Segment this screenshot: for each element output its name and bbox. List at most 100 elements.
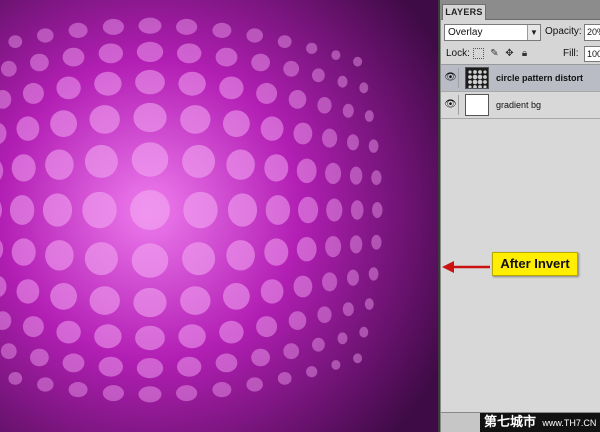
pattern-dot xyxy=(45,240,74,271)
pattern-dot xyxy=(89,286,120,315)
pattern-dot xyxy=(136,41,164,63)
pattern-dot xyxy=(82,191,117,229)
eye-icon[interactable]: 👁︎ xyxy=(443,95,459,115)
pattern-dot xyxy=(368,267,379,281)
pattern-dot xyxy=(62,47,85,67)
pattern-dot xyxy=(349,166,363,185)
pattern-dot xyxy=(223,110,250,137)
pattern-dot xyxy=(283,60,300,77)
pattern-dot xyxy=(277,372,292,385)
pattern-dot xyxy=(183,191,218,229)
pattern-dot xyxy=(102,385,124,402)
panel-tab-bar: LAYERS xyxy=(441,0,600,20)
pattern-dot xyxy=(256,316,278,338)
pattern-dot xyxy=(133,102,167,133)
pattern-dot xyxy=(256,82,278,104)
pattern-dot xyxy=(293,275,313,298)
pattern-dot xyxy=(337,75,348,88)
pattern-dot xyxy=(138,386,162,403)
pattern-dot xyxy=(296,158,317,183)
watermark-text: 第七城市 xyxy=(484,415,537,430)
pattern-dot xyxy=(317,306,332,324)
pattern-dot xyxy=(260,279,284,304)
lock-icon[interactable]: 🔒︎ xyxy=(519,48,530,59)
layer-thumbnail xyxy=(465,67,489,89)
lock-transparency-icon[interactable] xyxy=(473,48,484,59)
pattern-dot xyxy=(102,18,124,35)
pattern-dot xyxy=(50,110,77,137)
pattern-dot xyxy=(246,377,263,392)
pattern-dot xyxy=(359,82,369,94)
pattern-dot xyxy=(131,142,169,177)
blend-mode-select[interactable]: Overlay ▼ xyxy=(444,24,541,41)
pattern-dot xyxy=(364,110,374,122)
watermark-site: www.TH7.CN xyxy=(542,418,597,428)
pattern-dot xyxy=(260,116,284,141)
pattern-dot xyxy=(212,22,232,38)
lock-brush-icon[interactable]: ✎ xyxy=(489,48,500,59)
pattern-dot xyxy=(306,42,318,54)
document-canvas[interactable] xyxy=(0,0,438,432)
tab-layers[interactable]: LAYERS xyxy=(442,4,486,20)
pattern-dot xyxy=(227,193,258,227)
pattern-dot xyxy=(8,372,23,385)
pattern-dot xyxy=(353,56,363,67)
pattern-dot xyxy=(212,382,232,398)
pattern-dot xyxy=(176,18,198,35)
pattern-dot xyxy=(84,144,118,178)
pattern-dot xyxy=(325,236,342,258)
pattern-dot xyxy=(8,35,23,48)
lock-move-icon[interactable]: ✥ xyxy=(504,48,515,59)
pattern-dot xyxy=(368,139,379,153)
red-arrow-icon xyxy=(442,261,490,273)
pattern-dot xyxy=(219,320,244,344)
fill-field[interactable]: 100% xyxy=(584,46,600,62)
eye-icon[interactable]: 👁︎ xyxy=(443,68,459,88)
pattern-dot xyxy=(371,234,382,250)
pattern-dot xyxy=(288,90,307,109)
pattern-dot xyxy=(288,311,307,330)
layer-row-gradient-bg[interactable]: 👁︎ gradient bg xyxy=(441,92,600,119)
pattern-dot xyxy=(364,298,374,310)
pattern-dot xyxy=(98,356,124,377)
pattern-dot xyxy=(177,43,202,64)
fill-label: Fill: xyxy=(563,48,579,59)
pattern-dot xyxy=(68,22,88,38)
pattern-dot xyxy=(135,69,165,95)
pattern-dot xyxy=(182,144,216,178)
pattern-dot xyxy=(62,353,85,373)
pattern-dot xyxy=(265,195,291,225)
layers-panel: LAYERS Overlay ▼ Opacity: 20% Lock: ✎ ✥ … xyxy=(440,0,600,432)
pattern-dot xyxy=(350,200,364,220)
pattern-dot xyxy=(130,190,170,230)
pattern-dot xyxy=(296,237,317,262)
pattern-dot xyxy=(246,28,263,43)
pattern-dot xyxy=(16,279,40,304)
pattern-dot xyxy=(0,60,17,77)
chevron-down-icon[interactable]: ▼ xyxy=(527,25,540,40)
pattern-dot xyxy=(94,71,122,96)
pattern-dot xyxy=(226,149,255,180)
pattern-dot xyxy=(347,134,359,151)
pattern-dot xyxy=(30,53,49,72)
pattern-dot xyxy=(56,76,81,100)
pattern-dot xyxy=(349,235,363,254)
pattern-dot xyxy=(176,385,198,402)
pattern-dot xyxy=(264,154,289,182)
pattern-dot xyxy=(372,202,383,218)
lock-row: Lock: ✎ ✥ 🔒︎ Fill: 100% xyxy=(441,46,600,62)
layer-row-circle-pattern[interactable]: 👁︎ circle pattern distort xyxy=(441,65,600,92)
pattern-dot xyxy=(45,149,74,180)
opacity-field[interactable]: 20% xyxy=(584,24,600,41)
pattern-dot xyxy=(22,82,44,104)
layer-thumbnail xyxy=(465,94,489,116)
pattern-dot xyxy=(182,242,216,276)
pattern-dot xyxy=(37,377,54,392)
pattern-dot xyxy=(30,348,49,367)
circle-pattern-thumbnail xyxy=(466,68,488,88)
pattern-dot xyxy=(37,28,54,43)
blend-row: Overlay ▼ Opacity: 20% xyxy=(441,24,600,42)
pattern-dot xyxy=(251,348,270,367)
pattern-dot xyxy=(322,272,338,292)
pattern-dot xyxy=(68,382,88,398)
